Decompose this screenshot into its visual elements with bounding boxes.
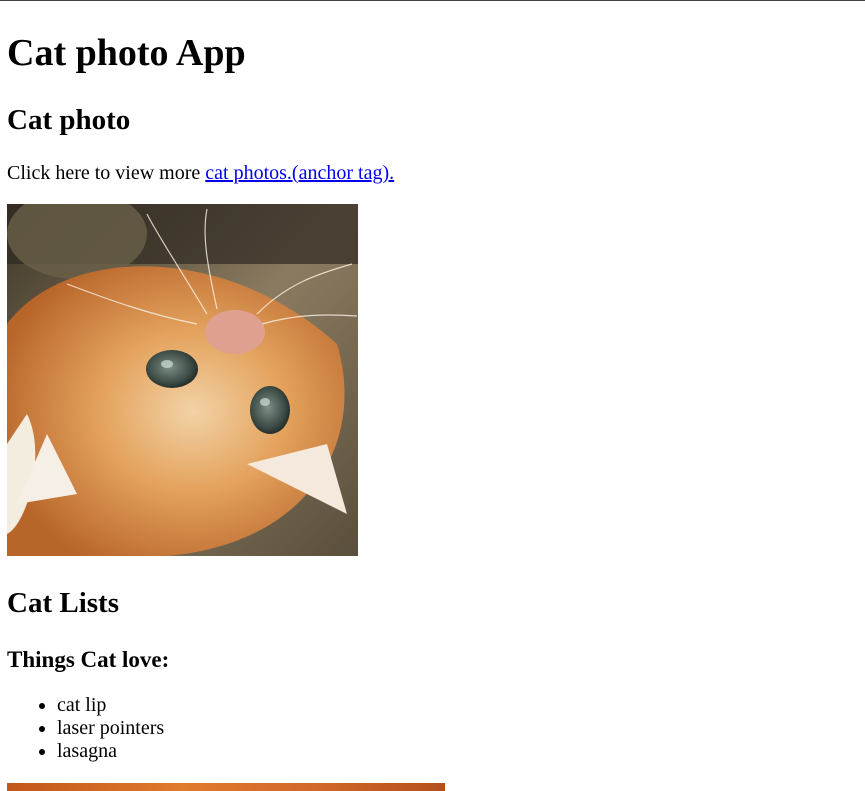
kitten-illustration (7, 204, 358, 556)
cat-photo-heading: Cat photo (7, 104, 131, 136)
intro-text: Click here to view more (7, 162, 206, 184)
page-title: Cat photo App (7, 32, 246, 74)
intro-paragraph: Click here to view more cat photos.(anch… (7, 161, 394, 185)
second-cat-image[interactable] (7, 783, 445, 791)
cat-photos-link[interactable]: cat photos.(anchor tag). (205, 162, 394, 184)
cat-photo-image[interactable] (7, 204, 358, 556)
cat-loves-list: cat lip laser pointers lasagna (7, 694, 164, 763)
list-item: laser pointers (57, 717, 164, 740)
things-cat-love-heading: Things Cat love: (7, 647, 170, 672)
list-item: lasagna (57, 740, 164, 763)
cat-lists-heading: Cat Lists (7, 587, 119, 619)
list-item: cat lip (57, 694, 164, 717)
